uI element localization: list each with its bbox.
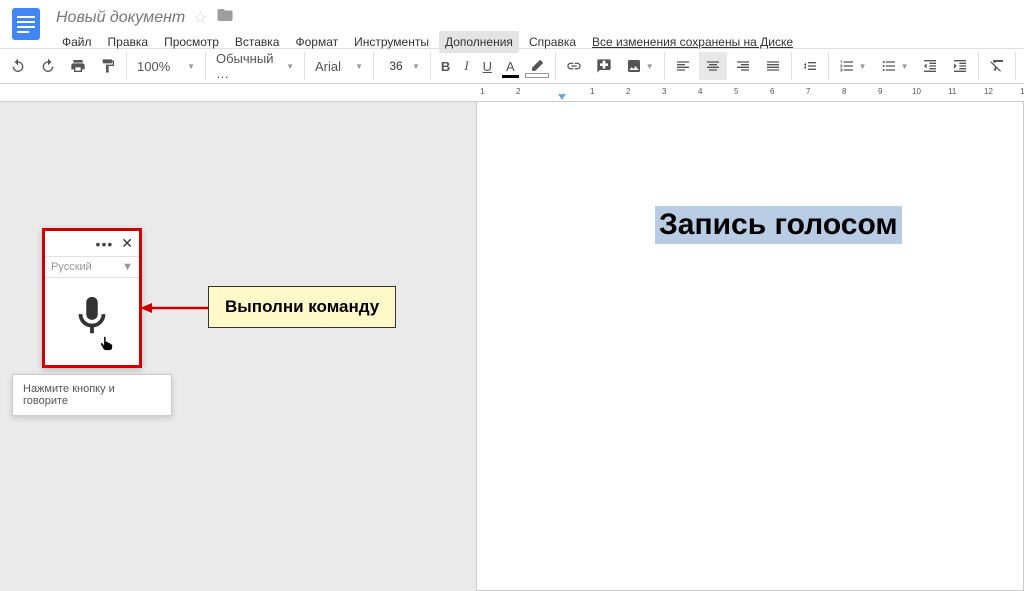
redo-button[interactable] (34, 52, 62, 80)
align-justify-button[interactable] (759, 52, 787, 80)
zoom-select[interactable]: 100%▼ (131, 52, 201, 80)
image-button[interactable]: ▼ (620, 52, 660, 80)
separator (791, 52, 792, 80)
docs-logo-icon (8, 6, 44, 42)
indent-decrease-button[interactable] (916, 52, 944, 80)
print-button[interactable] (64, 52, 92, 80)
menu-edit[interactable]: Правка (102, 31, 155, 53)
underline-button[interactable]: U (477, 52, 498, 80)
separator (430, 52, 431, 80)
align-left-button[interactable] (669, 52, 697, 80)
menu-insert[interactable]: Вставка (229, 31, 286, 53)
paint-format-button[interactable] (94, 52, 122, 80)
menu-addons[interactable]: Дополнения (439, 31, 519, 53)
cursor-hand-icon (97, 334, 115, 357)
star-icon[interactable]: ☆ (193, 8, 207, 28)
bold-button[interactable]: B (435, 52, 456, 80)
workspace: Запись голосом ••• ✕ Русский▼ Нажмите кн… (0, 102, 1024, 591)
line-spacing-button[interactable] (796, 52, 824, 80)
text-color-button[interactable]: A (500, 52, 521, 80)
menu-format[interactable]: Формат (289, 31, 344, 53)
app-header: Новый документ ☆ Файл Правка Просмотр Вс… (0, 0, 1024, 48)
voice-typing-panel: ••• ✕ Русский▼ (42, 228, 142, 368)
annotation-callout: Выполни команду (208, 286, 396, 328)
numbered-list-button[interactable]: ▼ (833, 52, 873, 80)
separator (978, 52, 979, 80)
highlight-button[interactable] (523, 52, 551, 80)
italic-button[interactable]: I (458, 52, 474, 80)
separator (1015, 52, 1016, 80)
language-select[interactable]: Русский▼ (45, 256, 139, 278)
microphone-button[interactable] (45, 278, 139, 354)
separator (555, 52, 556, 80)
folder-icon[interactable] (216, 6, 234, 29)
align-center-button[interactable] (699, 52, 727, 80)
annotation-arrow-icon (140, 298, 212, 318)
indent-increase-button[interactable] (946, 52, 974, 80)
menu-file[interactable]: Файл (56, 31, 98, 53)
voice-tooltip: Нажмите кнопку и говорите (12, 374, 172, 416)
align-right-button[interactable] (729, 52, 757, 80)
link-button[interactable] (560, 52, 588, 80)
separator (828, 52, 829, 80)
separator (664, 52, 665, 80)
clear-format-button[interactable] (983, 52, 1011, 80)
document-text-selection[interactable]: Запись голосом (655, 206, 902, 244)
more-options-icon[interactable]: ••• (96, 236, 114, 252)
menu-bar: Файл Правка Просмотр Вставка Формат Инст… (56, 31, 799, 53)
style-select[interactable]: Обычный …▼ (210, 52, 300, 80)
doc-title[interactable]: Новый документ (56, 9, 185, 27)
font-select[interactable]: Arial▼ (309, 52, 369, 80)
header-content: Новый документ ☆ Файл Правка Просмотр Вс… (56, 6, 799, 53)
separator (304, 52, 305, 80)
menu-view[interactable]: Просмотр (158, 31, 225, 53)
font-size-input[interactable]: ▼ (378, 52, 426, 80)
close-icon[interactable]: ✕ (121, 235, 133, 252)
toolbar: 100%▼ Обычный …▼ Arial▼ ▼ B I U A ▼ ▼ ▼ … (0, 48, 1024, 84)
input-mode-button[interactable]: Ру (1020, 52, 1024, 80)
bullet-list-button[interactable]: ▼ (875, 52, 915, 80)
menu-tools[interactable]: Инструменты (348, 31, 435, 53)
comment-button[interactable] (590, 52, 618, 80)
horizontal-ruler[interactable]: 1 2 1 2 3 4 5 6 7 8 9 10 11 12 13 (0, 84, 1024, 102)
menu-help[interactable]: Справка (523, 31, 582, 53)
separator (205, 52, 206, 80)
undo-button[interactable] (4, 52, 32, 80)
separator (373, 52, 374, 80)
separator (126, 52, 127, 80)
document-page[interactable]: Запись голосом (476, 102, 1024, 591)
save-status[interactable]: Все изменения сохранены на Диске (586, 31, 799, 53)
